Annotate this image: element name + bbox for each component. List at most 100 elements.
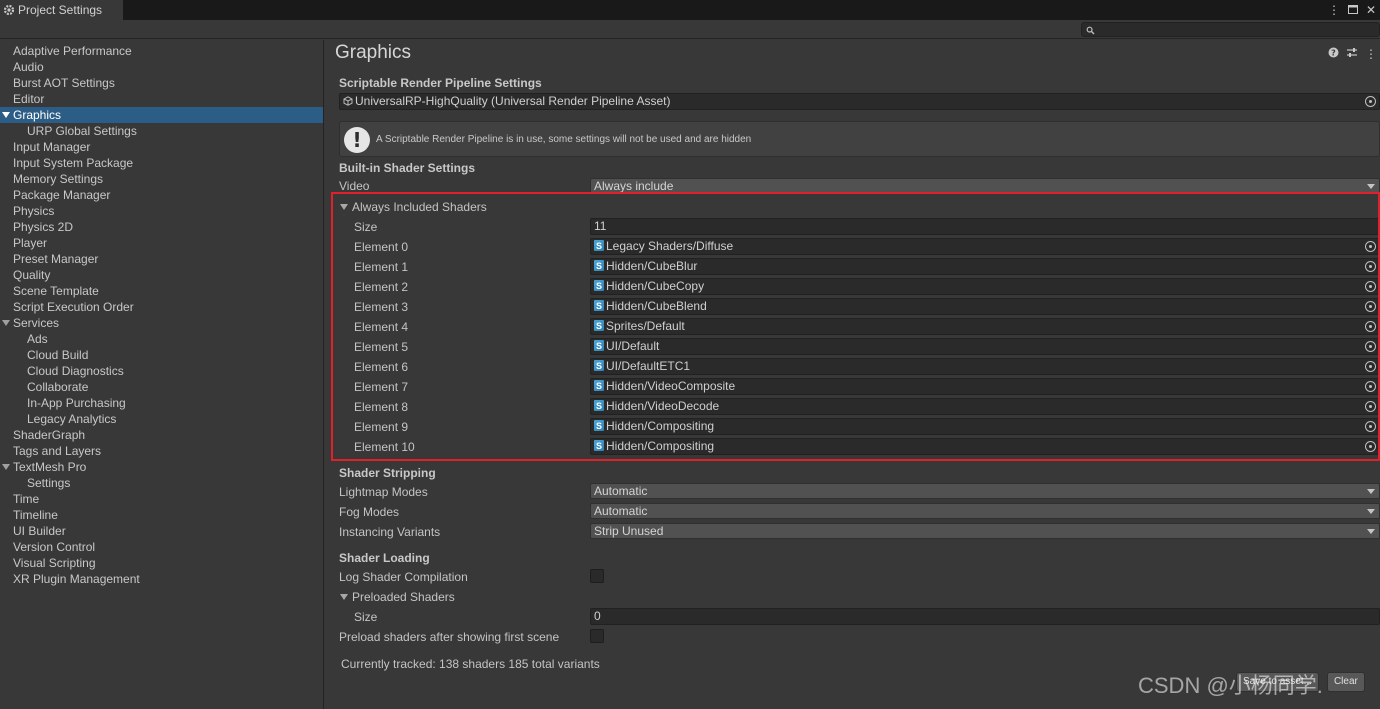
- sidebar-item-scene-template[interactable]: Scene Template: [0, 283, 323, 299]
- sidebar-item-shadergraph[interactable]: ShaderGraph: [0, 427, 323, 443]
- sidebar-item-physics-2d[interactable]: Physics 2D: [0, 219, 323, 235]
- sidebar-item-input-system-package[interactable]: Input System Package: [0, 155, 323, 171]
- sidebar-item-time[interactable]: Time: [0, 491, 323, 507]
- shader-object-field[interactable]: Legacy Shaders/Diffuse: [590, 238, 1380, 255]
- title-bar: Project Settings ⋮ ✕: [0, 0, 1380, 20]
- sidebar-item-package-manager[interactable]: Package Manager: [0, 187, 323, 203]
- size-field[interactable]: 11: [590, 218, 1380, 235]
- sidebar-item-ui-builder[interactable]: UI Builder: [0, 523, 323, 539]
- sidebar-item-tags-and-layers[interactable]: Tags and Layers: [0, 443, 323, 459]
- sidebar-item-ads[interactable]: Ads: [0, 331, 323, 347]
- sidebar-item-collaborate[interactable]: Collaborate: [0, 379, 323, 395]
- shader-icon: [594, 299, 604, 314]
- object-picker-icon[interactable]: [1365, 421, 1376, 432]
- video-dropdown[interactable]: Always include: [590, 178, 1380, 194]
- object-picker-icon[interactable]: [1365, 301, 1376, 312]
- preload-after-first-scene-label: Preload shaders after showing first scen…: [339, 630, 560, 644]
- shader-object-field[interactable]: UI/Default: [590, 338, 1380, 355]
- object-picker-icon[interactable]: [1365, 361, 1376, 372]
- sidebar-item-quality[interactable]: Quality: [0, 267, 323, 283]
- preloaded-size-field[interactable]: 0: [590, 608, 1380, 625]
- shader-object-field[interactable]: UI/DefaultETC1: [590, 358, 1380, 375]
- sidebar-item-burst-aot-settings[interactable]: Burst AOT Settings: [0, 75, 323, 91]
- sidebar-item-adaptive-performance[interactable]: Adaptive Performance: [0, 43, 323, 59]
- sidebar-item-label: Input Manager: [13, 140, 91, 154]
- shader-icon: [594, 359, 604, 374]
- object-picker-icon[interactable]: [1365, 441, 1376, 452]
- maximize-icon[interactable]: [1347, 3, 1358, 17]
- more-options-icon[interactable]: ⋮: [1365, 47, 1377, 61]
- shader-object-field[interactable]: Hidden/VideoComposite: [590, 378, 1380, 395]
- sidebar-item-timeline[interactable]: Timeline: [0, 507, 323, 523]
- sidebar-item-input-manager[interactable]: Input Manager: [0, 139, 323, 155]
- shader-object-field[interactable]: Hidden/CubeBlend: [590, 298, 1380, 315]
- chevron-down-icon: [1367, 529, 1375, 534]
- sidebar-item-services[interactable]: Services: [0, 315, 323, 331]
- object-picker-icon[interactable]: [1365, 241, 1376, 252]
- sidebar-item-legacy-analytics[interactable]: Legacy Analytics: [0, 411, 323, 427]
- srp-asset-field[interactable]: UniversalRP-HighQuality (Universal Rende…: [339, 93, 1380, 110]
- shader-object-field[interactable]: Hidden/Compositing: [590, 438, 1380, 455]
- sidebar-item-in-app-purchasing[interactable]: In-App Purchasing: [0, 395, 323, 411]
- help-message: A Scriptable Render Pipeline is in use, …: [376, 134, 752, 145]
- sidebar-item-editor[interactable]: Editor: [0, 91, 323, 107]
- foldout-arrow-icon[interactable]: [2, 320, 10, 326]
- object-picker-icon[interactable]: [1365, 381, 1376, 392]
- foldout-arrow-icon[interactable]: [2, 464, 10, 470]
- window-controls: ⋮ ✕: [1328, 0, 1376, 20]
- chevron-down-icon: [1367, 509, 1375, 514]
- sidebar-item-cloud-build[interactable]: Cloud Build: [0, 347, 323, 363]
- object-picker-icon[interactable]: [1365, 261, 1376, 272]
- search-icon: [1086, 24, 1095, 38]
- fog-modes-dropdown[interactable]: Automatic: [590, 503, 1380, 519]
- size-label: Size: [354, 220, 378, 234]
- object-picker-icon[interactable]: [1365, 96, 1376, 107]
- sidebar-item-label: TextMesh Pro: [13, 460, 87, 474]
- preset-icon[interactable]: [1346, 47, 1358, 61]
- help-icon[interactable]: ?: [1328, 47, 1339, 61]
- sidebar-item-visual-scripting[interactable]: Visual Scripting: [0, 555, 323, 571]
- more-options-icon[interactable]: ⋮: [1328, 3, 1340, 17]
- object-picker-icon[interactable]: [1365, 341, 1376, 352]
- sidebar-item-script-execution-order[interactable]: Script Execution Order: [0, 299, 323, 315]
- sidebar-item-memory-settings[interactable]: Memory Settings: [0, 171, 323, 187]
- sidebar-item-version-control[interactable]: Version Control: [0, 539, 323, 555]
- shader-stripping-heading: Shader Stripping: [339, 466, 436, 480]
- always-included-foldout[interactable]: Always Included Shaders: [340, 200, 487, 214]
- sidebar-item-audio[interactable]: Audio: [0, 59, 323, 75]
- clear-button[interactable]: Clear: [1326, 672, 1365, 692]
- sidebar-item-cloud-diagnostics[interactable]: Cloud Diagnostics: [0, 363, 323, 379]
- shader-name: Hidden/CubeBlend: [606, 299, 707, 313]
- element-label: Element 2: [354, 280, 409, 294]
- search-input[interactable]: [1081, 22, 1380, 37]
- shader-object-field[interactable]: Hidden/CubeCopy: [590, 278, 1380, 295]
- foldout-arrow-icon[interactable]: [2, 112, 10, 118]
- sidebar-item-preset-manager[interactable]: Preset Manager: [0, 251, 323, 267]
- sidebar-item-xr-plugin-management[interactable]: XR Plugin Management: [0, 571, 323, 587]
- sidebar-item-physics[interactable]: Physics: [0, 203, 323, 219]
- shader-object-field[interactable]: Hidden/VideoDecode: [590, 398, 1380, 415]
- close-icon[interactable]: ✕: [1366, 3, 1376, 17]
- preload-after-first-scene-checkbox[interactable]: [590, 629, 604, 643]
- lightmap-modes-dropdown[interactable]: Automatic: [590, 483, 1380, 499]
- sidebar-item-label: Physics 2D: [13, 220, 74, 234]
- shader-object-field[interactable]: Hidden/Compositing: [590, 418, 1380, 435]
- shader-name: UI/Default: [606, 339, 660, 353]
- project-settings-tab[interactable]: Project Settings: [0, 0, 124, 20]
- instancing-variants-dropdown[interactable]: Strip Unused: [590, 523, 1380, 539]
- object-picker-icon[interactable]: [1365, 281, 1376, 292]
- log-shader-compilation-checkbox[interactable]: [590, 569, 604, 583]
- sidebar-item-settings[interactable]: Settings: [0, 475, 323, 491]
- sidebar-item-urp-global-settings[interactable]: URP Global Settings: [0, 123, 323, 139]
- object-picker-icon[interactable]: [1365, 401, 1376, 412]
- shader-name: Hidden/CubeBlur: [606, 259, 698, 273]
- tab-title: Project Settings: [18, 3, 103, 17]
- shader-object-field[interactable]: Sprites/Default: [590, 318, 1380, 335]
- object-picker-icon[interactable]: [1365, 321, 1376, 332]
- sidebar-item-graphics[interactable]: Graphics: [0, 107, 323, 123]
- sidebar-item-player[interactable]: Player: [0, 235, 323, 251]
- shader-object-field[interactable]: Hidden/CubeBlur: [590, 258, 1380, 275]
- element-label: Element 4: [354, 320, 409, 334]
- sidebar-item-textmesh-pro[interactable]: TextMesh Pro: [0, 459, 323, 475]
- preloaded-shaders-foldout[interactable]: Preloaded Shaders: [340, 590, 455, 604]
